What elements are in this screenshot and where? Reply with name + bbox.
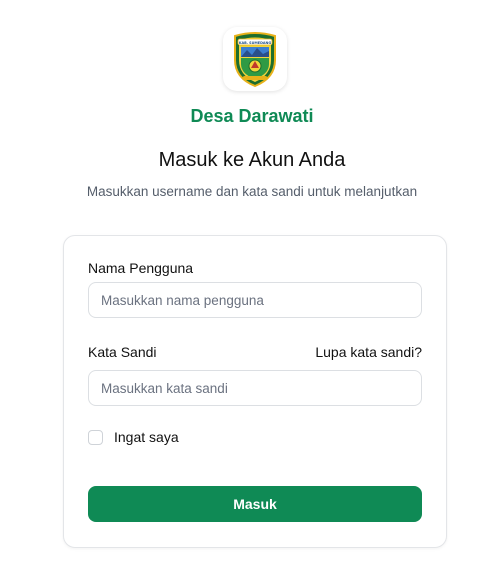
logo-text: KAB. SUMEDANG [239,41,271,45]
remember-me-label: Ingat saya [114,429,179,445]
login-page: KAB. SUMEDANG Desa Darawati Masuk ke Aku… [0,0,504,588]
remember-me-row: Ingat saya [88,429,179,445]
username-input[interactable] [88,282,422,318]
forgot-password-link[interactable]: Lupa kata sandi? [315,344,422,360]
page-title: Masuk ke Akun Anda [158,149,346,171]
village-emblem-icon: KAB. SUMEDANG [234,32,276,88]
login-button[interactable]: Masuk [88,486,422,522]
username-label: Nama Pengguna [88,260,194,276]
login-card: Nama Pengguna Kata Sandi Lupa kata sandi… [63,235,447,548]
remember-me-checkbox[interactable] [88,429,103,445]
brand-name: Desa Darawati [190,106,314,126]
page-subtitle: Masukkan username dan kata sandi untuk m… [86,184,418,199]
password-label: Kata Sandi [88,344,157,360]
password-input[interactable] [88,370,422,406]
logo-container: KAB. SUMEDANG [223,27,287,91]
